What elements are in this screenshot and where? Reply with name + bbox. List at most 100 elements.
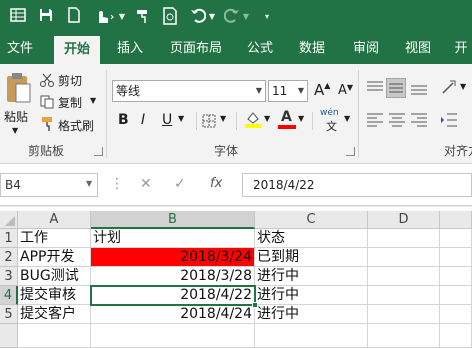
format-painter-icon[interactable]	[134, 7, 154, 27]
enter-icon[interactable]: ✓	[174, 176, 186, 192]
paste-label[interactable]: 粘贴	[4, 108, 28, 125]
copy-icon[interactable]	[40, 94, 54, 109]
shrink-font-button[interactable]: A▼	[338, 83, 353, 98]
cell-d3[interactable]	[368, 267, 440, 286]
row-header-5[interactable]: 5	[0, 305, 18, 324]
paste-icon[interactable]	[4, 72, 32, 104]
italic-button[interactable]: I	[141, 112, 145, 128]
save-icon[interactable]	[38, 7, 56, 27]
cell-c3[interactable]: 进行中	[255, 267, 368, 286]
fill-handle[interactable]	[252, 302, 258, 308]
cell-d5[interactable]	[368, 305, 440, 324]
cell-b2[interactable]: 2018/3/24	[91, 248, 255, 267]
cell-b5[interactable]: 2018/4/24	[91, 305, 255, 324]
format-painter-button[interactable]: 格式刷	[58, 117, 94, 134]
cell-b6[interactable]	[91, 324, 255, 348]
indent-icon[interactable]	[440, 112, 458, 128]
chevron-down-icon[interactable]: ▼	[118, 7, 126, 27]
print-preview-icon[interactable]	[162, 7, 180, 27]
formula-input[interactable]: 2018/4/22	[242, 173, 472, 197]
copy-dropdown-icon[interactable]: ▼	[90, 96, 96, 105]
tab-review[interactable]: 审阅	[344, 34, 388, 64]
bold-button[interactable]: B	[118, 112, 129, 128]
chevron-down-icon[interactable]: ▼	[298, 81, 304, 101]
cell-a2[interactable]: APP开发	[18, 248, 91, 267]
column-header-b[interactable]: B	[91, 211, 255, 229]
align-bottom-icon[interactable]	[410, 80, 428, 96]
name-box-dropdown-icon[interactable]: ▼	[86, 179, 92, 188]
column-header-e[interactable]	[440, 211, 472, 229]
orientation-dropdown-icon[interactable]: ▼	[460, 82, 466, 91]
customize-icon[interactable]: ▾	[262, 7, 272, 27]
underline-dropdown-icon[interactable]: ▼	[178, 114, 184, 123]
tab-formulas[interactable]: 公式	[240, 34, 280, 64]
cell-d6[interactable]	[368, 324, 440, 348]
column-header-a[interactable]: A	[18, 211, 91, 229]
cancel-icon[interactable]: ✕	[140, 176, 152, 192]
tab-more[interactable]: 开	[450, 34, 472, 64]
cell-b3[interactable]: 2018/3/28	[91, 267, 255, 286]
touch-mode-icon[interactable]	[94, 7, 118, 27]
cell-e5[interactable]	[440, 305, 472, 324]
row-header-1[interactable]: 1	[0, 229, 18, 248]
tab-home[interactable]: 开始	[54, 36, 100, 64]
cell-c4[interactable]: 进行中	[255, 286, 368, 305]
fill-color-icon[interactable]	[244, 110, 262, 128]
fill-color-dropdown-icon[interactable]: ▼	[264, 114, 270, 123]
cell-c5[interactable]: 进行中	[255, 305, 368, 324]
borders-dropdown-icon[interactable]: ▼	[220, 114, 226, 123]
cell-a5[interactable]: 提交客户	[18, 305, 91, 324]
cell-e2[interactable]	[440, 248, 472, 267]
cell-e3[interactable]	[440, 267, 472, 286]
cell-a1[interactable]: 工作	[18, 229, 91, 248]
cell-b1[interactable]: 计划	[91, 229, 255, 248]
row-header-4[interactable]: 4	[0, 286, 18, 305]
table-icon[interactable]	[10, 7, 28, 27]
column-header-c[interactable]: C	[255, 211, 368, 229]
row-header-3[interactable]: 3	[0, 267, 18, 286]
cell-e6[interactable]	[440, 324, 472, 348]
column-header-d[interactable]: D	[368, 211, 440, 229]
cell-d1[interactable]	[368, 229, 440, 248]
align-right-icon[interactable]	[410, 112, 428, 128]
cell-e4[interactable]	[440, 286, 472, 305]
cell-c1[interactable]: 状态	[255, 229, 368, 248]
clipboard-launcher-icon[interactable]	[94, 147, 103, 156]
cell-c6[interactable]	[255, 324, 368, 348]
scissors-icon[interactable]	[40, 72, 54, 87]
name-box[interactable]: B4	[0, 173, 98, 197]
cell-c2[interactable]: 已到期	[255, 248, 368, 267]
chevron-down-icon[interactable]: ▼	[256, 81, 262, 101]
cell-b4[interactable]: 2018/4/22	[91, 286, 255, 305]
orientation-icon[interactable]	[440, 78, 458, 96]
cell-d2[interactable]	[368, 248, 440, 267]
font-size-combo[interactable]: 11 ▼	[268, 80, 308, 102]
tab-view[interactable]: 视图	[396, 34, 440, 64]
font-launcher-icon[interactable]	[346, 147, 355, 156]
phonetic-guide-icon[interactable]: wén	[320, 108, 339, 118]
undo-icon[interactable]	[190, 7, 208, 27]
cell-a6[interactable]	[18, 324, 91, 348]
cell-a4[interactable]: 提交审核	[18, 286, 91, 305]
tab-data[interactable]: 数据	[290, 34, 334, 64]
copy-button[interactable]: 复制	[58, 94, 82, 111]
font-color-button[interactable]: A	[278, 109, 296, 129]
align-center-icon[interactable]	[388, 112, 406, 128]
tab-page-layout[interactable]: 页面布局	[162, 34, 230, 64]
row-header-6[interactable]	[0, 324, 18, 348]
select-all-corner[interactable]	[0, 211, 18, 229]
cut-button[interactable]: 剪切	[58, 72, 82, 89]
cell-d4[interactable]	[368, 286, 440, 305]
font-name-combo[interactable]: 等线 ▼	[112, 80, 266, 102]
new-file-icon[interactable]	[66, 7, 84, 27]
underline-button[interactable]: U	[162, 112, 172, 128]
phonetic-dropdown-icon[interactable]: ▼	[344, 114, 350, 123]
cell-a3[interactable]: BUG测试	[18, 267, 91, 286]
grow-font-button[interactable]: A▲	[314, 81, 330, 99]
align-left-icon[interactable]	[366, 112, 384, 128]
tab-file[interactable]: 文件	[0, 34, 40, 64]
insert-function-icon[interactable]: fx	[210, 176, 222, 191]
align-top-icon[interactable]	[366, 80, 384, 96]
cell-e1[interactable]	[440, 229, 472, 248]
font-color-dropdown-icon[interactable]: ▼	[298, 114, 304, 123]
